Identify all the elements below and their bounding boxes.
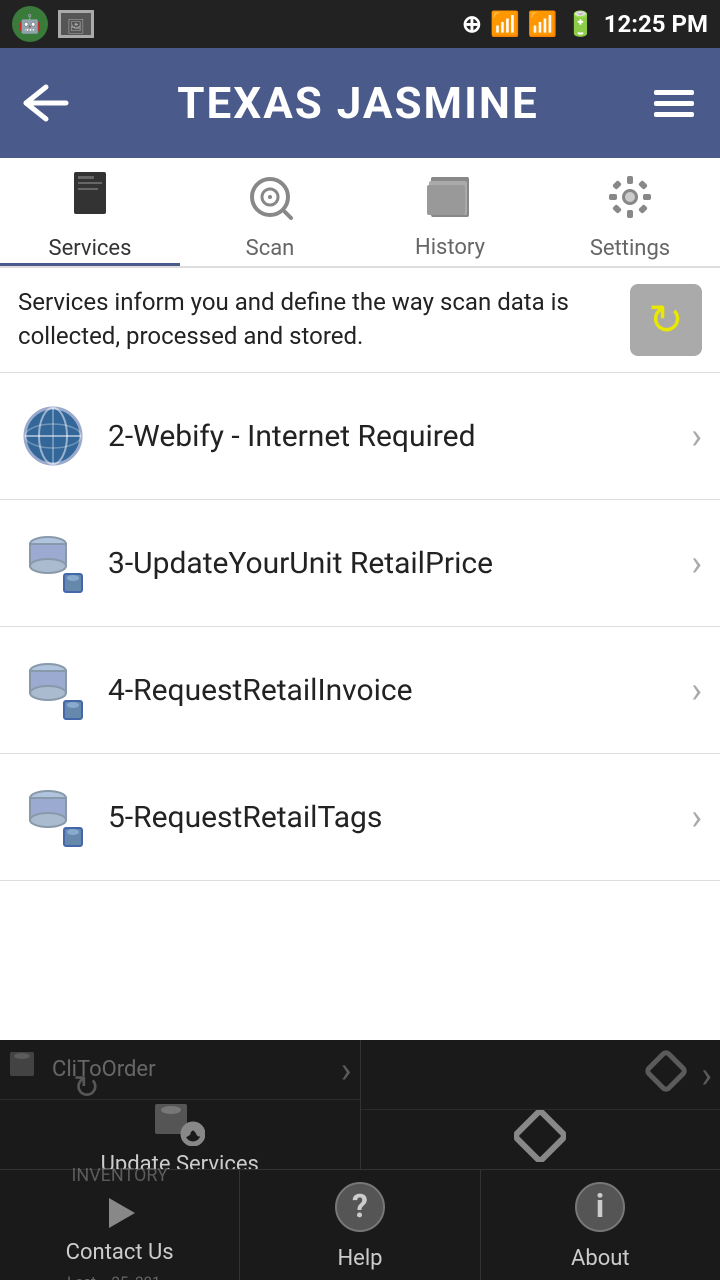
service-icon-globe [18, 401, 88, 471]
status-bar: 🤖 🖼 ⊕ 📶 📶 🔋 12:25 PM [0, 0, 720, 48]
service-label-2: 3-UpdateYourUnit RetailPrice [108, 544, 679, 583]
tab-history-label: History [415, 235, 485, 260]
footer-bar: Cli ↻ ToOrder › Update Serv [0, 1040, 720, 1280]
tab-services[interactable]: Services [0, 158, 180, 266]
app-title: TEXAS JASMINE [70, 77, 646, 129]
refresh-icon: ↻ [648, 295, 683, 345]
description-text: Services inform you and define the way s… [18, 286, 614, 353]
about-label: About [571, 1246, 630, 1271]
click-to-order-text: Cli ↻ ToOrder [52, 1057, 156, 1082]
signal-icon: 📶 [528, 10, 558, 38]
description-row: Services inform you and define the way s… [0, 268, 720, 373]
service-label-1: 2-Webify - Internet Required [108, 417, 679, 456]
tab-bar: Services Scan History [0, 158, 720, 268]
gps-icon: ⊕ [462, 10, 482, 38]
help-icon: ? [333, 1180, 387, 1238]
image-icon: 🖼 [58, 10, 94, 38]
tab-scan[interactable]: Scan [180, 158, 360, 266]
service-item-4[interactable]: 5-RequestRetailTags › [0, 754, 720, 881]
chevron-right-top: › [701, 1054, 712, 1096]
help-label: Help [337, 1246, 382, 1271]
service-icon-db-2 [18, 528, 88, 598]
click-to-order-chevron: › [341, 1049, 352, 1091]
chevron-icon-2: › [691, 542, 702, 584]
content-area: Services inform you and define the way s… [0, 268, 720, 1141]
tab-settings[interactable]: Settings [540, 158, 720, 266]
about-button[interactable]: i About [481, 1170, 720, 1280]
service-item-1[interactable]: 2-Webify - Internet Required › [0, 373, 720, 500]
footer-right-col: › Unlock Rotation [361, 1040, 720, 1169]
db-partial-icon [8, 1048, 44, 1091]
footer-top-row: Cli ↻ ToOrder › Update Serv [0, 1040, 720, 1170]
clock: 12:25 PM [604, 10, 708, 38]
status-left: 🤖 🖼 [12, 6, 94, 42]
unlock-rotation-icon [514, 1110, 566, 1166]
app-icon: 🤖 [12, 6, 48, 42]
tab-scan-label: Scan [246, 236, 295, 261]
tab-settings-label: Settings [590, 236, 670, 261]
last-date-text: Last... 25, 201... [67, 1273, 172, 1280]
svg-text:i: i [596, 1187, 604, 1225]
tab-services-label: Services [49, 236, 132, 261]
menu-button[interactable] [646, 82, 702, 125]
refresh-button[interactable]: ↻ [630, 284, 702, 356]
update-services-icon-area [155, 1100, 205, 1146]
chevron-icon-4: › [691, 796, 702, 838]
partial-top-right: › [361, 1040, 720, 1110]
chevron-icon-1: › [691, 415, 702, 457]
services-icon [68, 170, 112, 230]
wifi-icon: 📶 [490, 10, 520, 38]
service-list: 2-Webify - Internet Required › 3-UpdateY… [0, 373, 720, 881]
settings-icon [607, 174, 653, 230]
contact-us-icon-area [101, 1194, 139, 1232]
help-button[interactable]: ? Help [240, 1170, 480, 1280]
app-header: TEXAS JASMINE [0, 48, 720, 158]
back-button[interactable] [18, 83, 70, 123]
service-item-2[interactable]: 3-UpdateYourUnit RetailPrice › [0, 500, 720, 627]
about-icon: i [573, 1180, 627, 1238]
scan-icon [247, 174, 293, 230]
inventory-partial-text: INVENTORY [71, 1165, 167, 1186]
contact-us-label: Contact Us [66, 1240, 174, 1265]
chevron-icon-3: › [691, 669, 702, 711]
service-label-3: 4-RequestRetailInvoice [108, 671, 679, 710]
partial-icon-top-right [643, 1048, 689, 1101]
history-icon [427, 175, 473, 229]
service-label-4: 5-RequestRetailTags [108, 798, 679, 837]
battery-icon: 🔋 [566, 10, 596, 38]
footer-left-col: Cli ↻ ToOrder › Update Serv [0, 1040, 361, 1169]
contact-us-button[interactable]: INVENTORY Contact Us Last... 25, 201... [0, 1170, 240, 1280]
service-icon-db-3 [18, 655, 88, 725]
tab-history[interactable]: History [360, 158, 540, 266]
svg-text:?: ? [352, 1187, 368, 1225]
unlock-rotation-button[interactable]: Unlock Rotation [361, 1110, 720, 1169]
status-right: ⊕ 📶 📶 🔋 12:25 PM [462, 10, 708, 38]
footer-bottom-row: INVENTORY Contact Us Last... 25, 201... … [0, 1170, 720, 1280]
service-item-3[interactable]: 4-RequestRetailInvoice › [0, 627, 720, 754]
click-to-order-partial[interactable]: Cli ↻ ToOrder › [0, 1040, 360, 1100]
service-icon-db-4 [18, 782, 88, 852]
